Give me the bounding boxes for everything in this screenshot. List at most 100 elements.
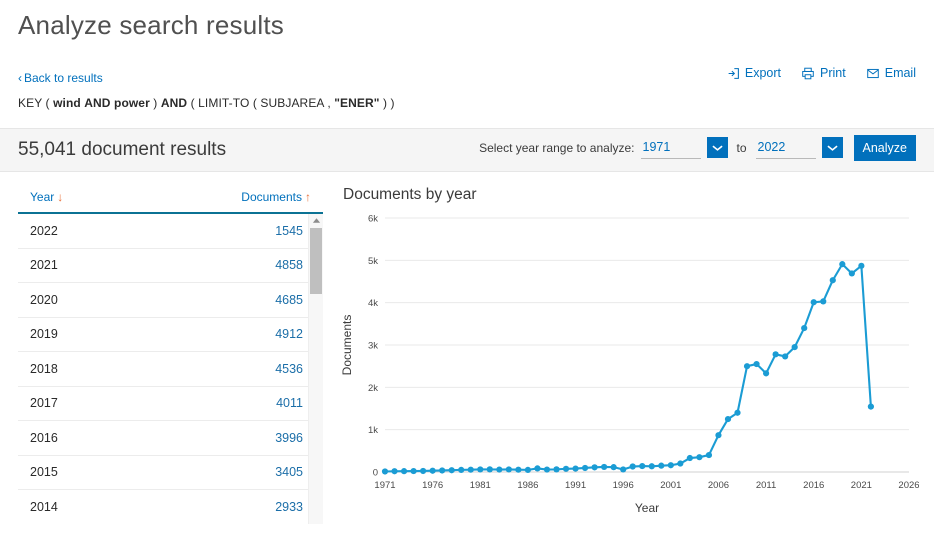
data-point[interactable]: [620, 466, 627, 473]
x-tick-label: 1991: [565, 480, 586, 491]
data-point[interactable]: [734, 409, 741, 416]
data-point[interactable]: [667, 462, 674, 469]
data-point[interactable]: [715, 432, 722, 439]
cell-documents[interactable]: 4912: [275, 327, 303, 341]
cell-documents[interactable]: 2933: [275, 500, 303, 514]
chevron-down-icon[interactable]: [821, 137, 843, 158]
table-scrollbar[interactable]: [308, 214, 323, 524]
data-point[interactable]: [724, 415, 732, 423]
data-point[interactable]: [848, 270, 855, 277]
data-point[interactable]: [515, 466, 522, 473]
data-point[interactable]: [677, 460, 684, 467]
data-point[interactable]: [762, 370, 770, 377]
data-point[interactable]: [648, 463, 655, 470]
data-point[interactable]: [448, 467, 455, 474]
data-point[interactable]: [458, 466, 465, 473]
data-point[interactable]: [810, 299, 817, 306]
document-results-count: 55,041 document results: [18, 139, 227, 160]
table-row[interactable]: 2015 3405: [18, 456, 323, 490]
data-point[interactable]: [705, 451, 713, 459]
data-point[interactable]: [801, 324, 808, 332]
data-point[interactable]: [658, 462, 665, 469]
results-bar: 55,041 document results Select year rang…: [0, 128, 934, 172]
data-point[interactable]: [496, 466, 503, 473]
export-button[interactable]: Export: [727, 66, 781, 80]
year-to-value[interactable]: 2022: [755, 137, 816, 159]
year-from-select[interactable]: 1971: [640, 137, 728, 159]
data-point[interactable]: [791, 344, 798, 351]
cell-documents[interactable]: 3996: [275, 431, 303, 445]
data-point[interactable]: [829, 277, 836, 284]
data-point[interactable]: [753, 360, 760, 368]
column-header-documents[interactable]: Documents ↑: [241, 190, 311, 204]
year-to-select[interactable]: 2022: [755, 137, 843, 159]
table-row[interactable]: 2016 3996: [18, 421, 323, 456]
cell-year: 2016: [30, 430, 58, 445]
data-point[interactable]: [591, 464, 598, 471]
query-token: KEY: [18, 96, 43, 110]
cell-documents[interactable]: 1545: [275, 224, 303, 238]
data-point[interactable]: [410, 467, 417, 475]
page-title: Analyze search results: [18, 10, 284, 40]
year-from-value[interactable]: 1971: [640, 137, 701, 159]
data-point[interactable]: [439, 467, 446, 474]
x-tick-label: 1981: [470, 480, 491, 491]
data-point[interactable]: [858, 262, 865, 269]
data-point[interactable]: [543, 466, 551, 473]
data-point[interactable]: [505, 466, 512, 473]
data-point[interactable]: [381, 468, 389, 475]
analyze-button[interactable]: Analyze: [853, 135, 916, 161]
cell-documents[interactable]: 4536: [275, 362, 303, 376]
table-row[interactable]: 2020 4685: [18, 283, 323, 318]
data-point[interactable]: [581, 464, 589, 472]
data-point[interactable]: [867, 403, 874, 410]
chevron-down-icon[interactable]: [706, 137, 728, 158]
table-row[interactable]: 2018 4536: [18, 352, 323, 387]
cell-documents[interactable]: 4685: [275, 293, 303, 307]
table-row[interactable]: 2022 1545: [18, 214, 323, 249]
data-point[interactable]: [839, 261, 846, 268]
cell-documents[interactable]: 4858: [275, 258, 303, 272]
data-point[interactable]: [420, 467, 427, 475]
data-point[interactable]: [467, 466, 474, 473]
data-point[interactable]: [772, 351, 779, 358]
data-point[interactable]: [553, 466, 560, 473]
email-button[interactable]: Email: [866, 66, 916, 80]
table-row[interactable]: 2019 4912: [18, 318, 323, 352]
year-range-label: Select year range to analyze:: [479, 141, 635, 155]
table-row[interactable]: 2017 4011: [18, 387, 323, 421]
data-point[interactable]: [400, 468, 408, 475]
data-point[interactable]: [696, 454, 703, 461]
data-point[interactable]: [639, 462, 646, 470]
table-row[interactable]: 2014 2933: [18, 490, 323, 524]
cell-documents[interactable]: 3405: [275, 465, 303, 479]
cell-documents[interactable]: 4011: [276, 396, 303, 410]
data-point[interactable]: [629, 463, 636, 470]
data-point[interactable]: [601, 463, 608, 471]
scroll-up-arrow-icon[interactable]: [309, 214, 323, 227]
back-to-results-link[interactable]: ‹ Back to results: [18, 71, 103, 85]
data-point[interactable]: [572, 465, 579, 472]
data-point[interactable]: [524, 466, 532, 473]
data-point[interactable]: [391, 468, 398, 475]
data-point[interactable]: [820, 298, 827, 305]
query-token: AND: [160, 96, 188, 110]
data-point[interactable]: [534, 465, 541, 472]
data-point[interactable]: [562, 465, 570, 472]
data-point[interactable]: [782, 353, 789, 360]
table-body: 2022 1545 2021 4858 2020 4685 2019 4912 2018 4536…: [18, 214, 323, 524]
table-row[interactable]: 2021 4858: [18, 249, 323, 283]
x-tick-label: 1986: [517, 480, 538, 491]
data-point[interactable]: [429, 467, 436, 474]
data-point[interactable]: [743, 363, 751, 370]
print-button[interactable]: Print: [801, 66, 846, 80]
column-header-documents-label: Documents: [241, 190, 302, 204]
data-point[interactable]: [477, 466, 484, 473]
column-header-year[interactable]: Year ↓: [30, 190, 63, 204]
data-point[interactable]: [610, 464, 617, 471]
data-point[interactable]: [486, 466, 493, 473]
scrollbar-thumb[interactable]: [310, 228, 322, 294]
data-point[interactable]: [686, 454, 693, 462]
x-tick-label: 2011: [756, 480, 776, 491]
column-header-year-label: Year: [30, 190, 55, 204]
